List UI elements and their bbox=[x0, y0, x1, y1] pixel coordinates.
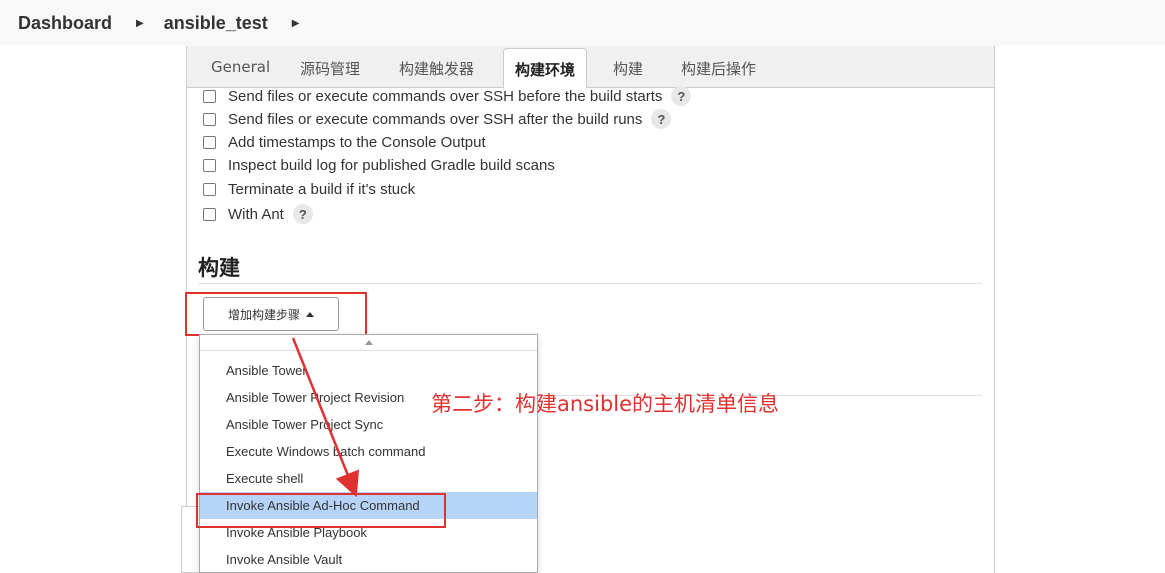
annotation-arrow bbox=[291, 337, 360, 498]
annotation-text: 第二步：构建ansible的主机清单信息 bbox=[431, 392, 780, 416]
